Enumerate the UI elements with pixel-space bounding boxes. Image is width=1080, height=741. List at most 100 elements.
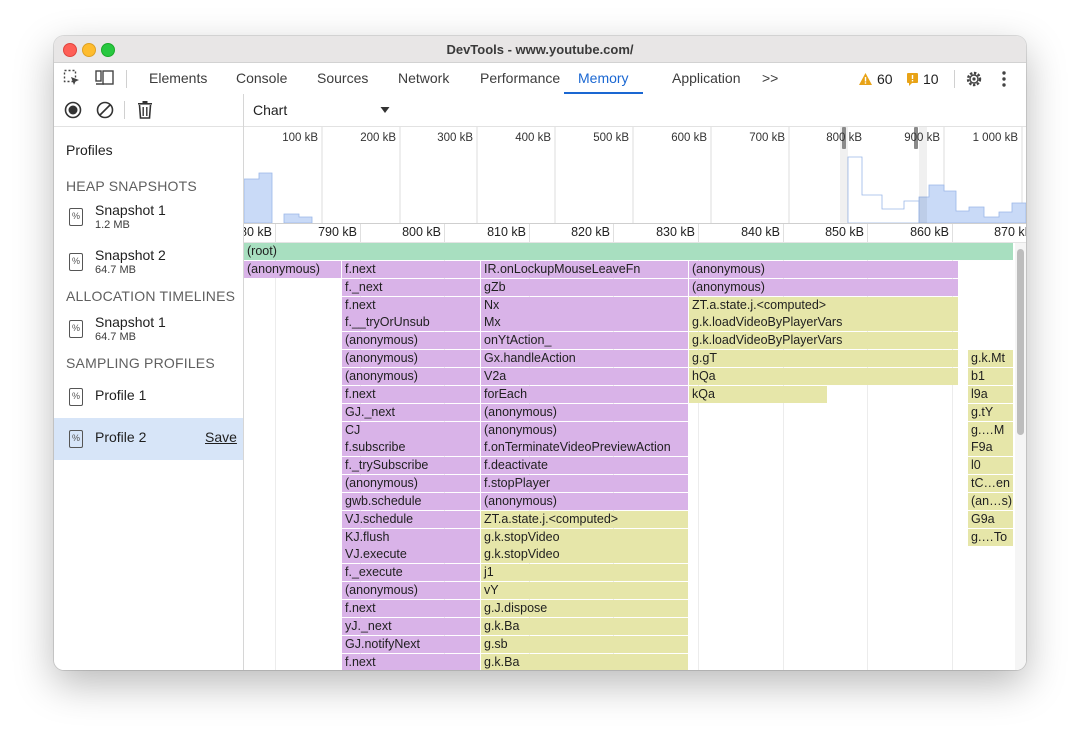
heap-snapshot-1-item[interactable]: % Snapshot 1 1.2 MB [54,200,243,240]
save-profile-link[interactable]: Save [205,429,237,445]
flame-frame[interactable]: IR.onLockupMouseLeaveFn [481,261,689,278]
flame-frame[interactable]: g.…M [968,422,1014,439]
profile-1-item[interactable]: % Profile 1 [54,378,243,418]
trash-icon[interactable] [136,100,154,120]
flame-frame[interactable]: kQa [689,386,828,403]
flame-frame[interactable]: F9a [968,439,1014,456]
flame-frame[interactable]: Mx [481,314,689,331]
flame-chart[interactable]: (root) (anonymous) f.next f._next f.next f.__… [244,243,1014,670]
profile-2-item[interactable]: % Profile 2 Save [54,418,243,460]
flame-frame[interactable]: V2a [481,368,689,385]
flame-frame[interactable]: l0 [968,457,1014,474]
flame-frame[interactable]: f.next [342,600,481,617]
flame-frame[interactable]: g.k.Mt [968,350,1014,367]
snapshot-file-icon: % [69,208,83,226]
flame-frame[interactable]: b1 [968,368,1014,385]
flame-frame[interactable]: G9a [968,511,1014,528]
tab-application[interactable]: Application [672,63,741,94]
flame-frame[interactable]: g.J.dispose [481,600,689,617]
flame-frame[interactable]: f._execute [342,564,481,581]
zoom-window-button[interactable] [101,43,115,57]
overview-pane[interactable]: 100 kB 200 kB 300 kB 400 kB 500 kB 600 kB 700 … [244,127,1026,224]
flame-frame[interactable]: f.stopPlayer [481,475,689,492]
flame-frame[interactable]: (anonymous) [244,261,342,278]
flame-scrollbar[interactable] [1015,243,1026,670]
flame-frame[interactable]: VJ.execute [342,546,481,563]
device-toolbar-icon[interactable] [94,68,116,88]
record-icon[interactable] [64,101,82,119]
flame-frame[interactable]: gZb [481,279,689,296]
more-tabs-button[interactable]: >> [762,63,778,94]
flame-frame[interactable]: (anonymous) [342,582,481,599]
flame-frame[interactable]: GJ.notifyNext [342,636,481,653]
flame-frame[interactable]: f._trySubscribe [342,457,481,474]
flame-frame[interactable]: Nx [481,297,689,314]
flame-frame[interactable]: (anonymous) [481,422,689,439]
flame-frame[interactable]: f.next [342,297,481,314]
flame-frame[interactable]: g.k.Ba [481,618,689,635]
flame-frame[interactable]: l9a [968,386,1014,403]
flame-frame[interactable]: f.deactivate [481,457,689,474]
tab-memory[interactable]: Memory [564,63,643,94]
flame-frame[interactable]: VJ.schedule [342,511,481,528]
flame-frame[interactable]: g.k.Ba [481,654,689,670]
flame-frame[interactable]: f._next [342,279,481,296]
flame-frame[interactable]: (anonymous) [342,332,481,349]
flame-frame[interactable]: g.tY [968,404,1014,421]
flame-frame[interactable]: f.onTerminateVideoPreviewAction [481,439,689,456]
flame-frame[interactable]: hQa [689,368,959,385]
minimize-window-button[interactable] [82,43,96,57]
flame-frame[interactable]: CJ [342,422,481,439]
flame-frame[interactable]: g.…To [968,529,1014,546]
flame-frame[interactable]: vY [481,582,689,599]
close-window-button[interactable] [63,43,77,57]
flame-frame[interactable]: f.next [342,654,481,670]
flame-frame[interactable]: g.k.loadVideoByPlayerVars [689,314,959,331]
more-options-kebab-icon[interactable] [997,68,1011,90]
flame-frame[interactable]: forEach [481,386,689,403]
flame-frame[interactable]: j1 [481,564,689,581]
flame-frame[interactable]: Gx.handleAction [481,350,689,367]
scrollbar-thumb[interactable] [1017,249,1024,435]
allocation-snapshot-1-item[interactable]: % Snapshot 1 64.7 MB [54,312,243,352]
overview-tick-label: 900 kB [904,132,940,144]
settings-gear-icon[interactable] [963,68,985,90]
warnings-counter[interactable]: 60 [858,71,893,87]
tab-console[interactable]: Console [236,63,287,94]
flame-frame[interactable]: (anonymous) [481,404,689,421]
flame-frame[interactable]: yJ._next [342,618,481,635]
flame-frame[interactable]: (anonymous) [481,493,689,510]
flame-frame[interactable]: f.subscribe [342,439,481,456]
inspect-element-icon[interactable] [62,68,82,88]
flame-frame[interactable]: (an…s) [968,493,1014,510]
tab-sources[interactable]: Sources [317,63,368,94]
flame-frame[interactable]: g.k.loadVideoByPlayerVars [689,332,959,349]
flame-frame-root[interactable]: (root) [244,243,1014,260]
tab-network[interactable]: Network [398,63,449,94]
flame-frame[interactable]: (anonymous) [689,279,959,296]
flame-frame[interactable]: (anonymous) [342,368,481,385]
flame-frame[interactable]: ZT.a.state.j.<computed> [689,297,959,314]
tab-elements[interactable]: Elements [149,63,207,94]
flame-frame[interactable]: f.next [342,261,481,278]
flame-frame[interactable]: g.k.stopVideo [481,546,689,563]
flame-frame[interactable]: (anonymous) [342,475,481,492]
view-mode-select[interactable]: Chart [248,98,394,122]
flame-frame[interactable]: f.next [342,386,481,403]
clear-icon[interactable] [96,101,114,119]
flame-frame[interactable]: f.__tryOrUnsub [342,314,481,331]
flame-frame[interactable]: g.gT [689,350,959,367]
heap-snapshot-2-item[interactable]: % Snapshot 2 64.7 MB [54,245,243,285]
flame-frame[interactable]: (anonymous) [689,261,959,278]
flame-frame[interactable]: ZT.a.state.j.<computed> [481,511,689,528]
flame-frame[interactable]: g.sb [481,636,689,653]
flame-frame[interactable]: GJ._next [342,404,481,421]
tab-performance[interactable]: Performance [480,63,560,94]
flame-frame[interactable]: tC…en [968,475,1014,492]
flame-frame[interactable]: g.k.stopVideo [481,529,689,546]
flame-frame[interactable]: gwb.schedule [342,493,481,510]
flame-frame[interactable]: (anonymous) [342,350,481,367]
flame-frame[interactable]: KJ.flush [342,529,481,546]
flame-frame[interactable]: onYtAction_ [481,332,689,349]
issues-counter[interactable]: 10 [906,71,939,87]
